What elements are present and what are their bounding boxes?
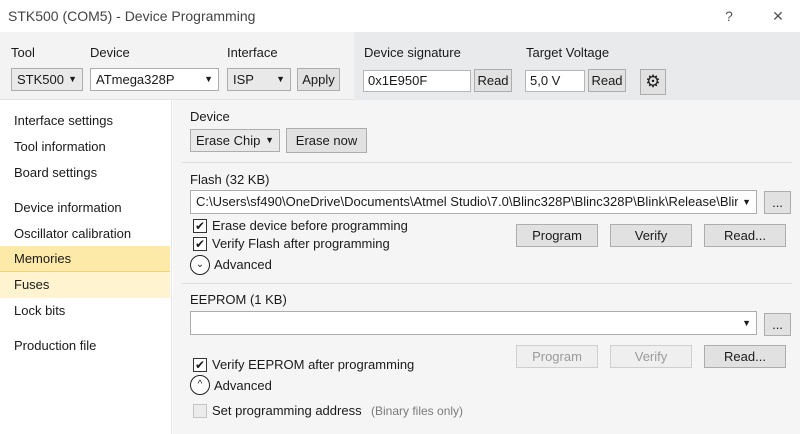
flash-read-button[interactable]: Read... xyxy=(704,224,786,247)
settings-button[interactable]: ⚙ xyxy=(640,69,666,95)
sidebar-item-interface-settings[interactable]: Interface settings xyxy=(0,108,170,134)
check-icon: ✔ xyxy=(194,219,206,233)
flash-section-title: Flash (32 KB) xyxy=(190,172,270,187)
set-address-checkbox[interactable] xyxy=(193,404,207,418)
chevron-down-icon: ▼ xyxy=(738,191,751,213)
erase-before-checkbox[interactable]: ✔ xyxy=(193,219,207,233)
flash-browse-button[interactable]: ... xyxy=(764,191,791,214)
device-select[interactable]: ATmega328P ▼ xyxy=(90,68,219,91)
chevron-down-icon: ⌄ xyxy=(195,259,205,270)
verify-eeprom-label: Verify EEPROM after programming xyxy=(212,357,415,372)
binary-note: (Binary files only) xyxy=(371,404,464,418)
close-button[interactable]: ✕ xyxy=(764,4,792,28)
chevron-down-icon: ▼ xyxy=(738,312,751,334)
chevron-down-icon: ▼ xyxy=(68,74,77,84)
chevron-down-icon: ▼ xyxy=(276,74,285,84)
sidebar: Interface settings Tool information Boar… xyxy=(0,100,172,434)
device-section-title: Device xyxy=(190,109,230,124)
eeprom-file-select[interactable]: ▼ xyxy=(190,311,757,335)
sidebar-item-memories[interactable]: Memories xyxy=(0,246,170,272)
interface-select[interactable]: ISP ▼ xyxy=(227,68,291,91)
device-label: Device xyxy=(90,45,130,60)
erase-now-button[interactable]: Erase now xyxy=(286,128,367,153)
tool-label: Tool xyxy=(11,45,35,60)
voltage-field[interactable]: 5,0 V xyxy=(525,70,585,92)
check-icon: ✔ xyxy=(194,358,206,372)
device-value: ATmega328P xyxy=(96,72,175,87)
erase-mode-select[interactable]: Erase Chip ▼ xyxy=(190,129,280,152)
sidebar-item-tool-information[interactable]: Tool information xyxy=(0,134,170,160)
title-bar: STK500 (COM5) - Device Programming ? ✕ xyxy=(0,0,800,32)
flash-advanced-toggle[interactable]: ⌄ xyxy=(190,255,210,275)
tool-value: STK500 xyxy=(17,72,64,87)
sidebar-item-lock-bits[interactable]: Lock bits xyxy=(0,298,170,324)
set-address-label: Set programming address xyxy=(212,403,362,418)
chevron-down-icon: ▼ xyxy=(204,74,213,84)
verify-flash-checkbox[interactable]: ✔ xyxy=(193,237,207,251)
interface-label: Interface xyxy=(227,45,278,60)
window-title: STK500 (COM5) - Device Programming xyxy=(8,8,256,24)
eeprom-read-button[interactable]: Read... xyxy=(704,345,786,368)
voltage-label: Target Voltage xyxy=(526,45,610,60)
sidebar-item-device-information[interactable]: Device information xyxy=(0,195,170,221)
flash-file-select[interactable]: C:\Users\sf490\OneDrive\Documents\Atmel … xyxy=(190,190,757,214)
signature-label: Device signature xyxy=(364,45,461,60)
flash-program-button[interactable]: Program xyxy=(516,224,598,247)
erase-mode-value: Erase Chip xyxy=(196,133,261,148)
check-icon: ✔ xyxy=(194,237,206,251)
flash-file-path: C:\Users\sf490\OneDrive\Documents\Atmel … xyxy=(196,194,749,209)
flash-advanced-label: Advanced xyxy=(214,257,272,272)
chevron-up-icon: ^ xyxy=(197,379,203,390)
gear-icon: ⚙ xyxy=(645,72,661,91)
verify-eeprom-checkbox[interactable]: ✔ xyxy=(193,358,207,372)
eeprom-advanced-label: Advanced xyxy=(214,378,272,393)
sidebar-item-oscillator-calibration[interactable]: Oscillator calibration xyxy=(0,221,170,247)
help-button[interactable]: ? xyxy=(715,4,743,28)
divider xyxy=(182,283,792,284)
sidebar-item-production-file[interactable]: Production file xyxy=(0,333,170,359)
signature-field[interactable]: 0x1E950F xyxy=(363,70,471,92)
eeprom-advanced-toggle[interactable]: ^ xyxy=(190,375,210,395)
eeprom-browse-button[interactable]: ... xyxy=(764,313,791,336)
sidebar-item-fuses[interactable]: Fuses xyxy=(0,272,170,298)
verify-flash-label: Verify Flash after programming xyxy=(212,236,390,251)
voltage-read-button[interactable]: Read xyxy=(588,69,626,92)
erase-before-label: Erase device before programming xyxy=(212,218,408,233)
apply-button[interactable]: Apply xyxy=(297,68,340,91)
eeprom-program-button[interactable]: Program xyxy=(516,345,598,368)
flash-verify-button[interactable]: Verify xyxy=(610,224,692,247)
interface-value: ISP xyxy=(233,72,254,87)
divider xyxy=(182,162,792,163)
signature-read-button[interactable]: Read xyxy=(474,69,512,92)
eeprom-section-title: EEPROM (1 KB) xyxy=(190,292,287,307)
tool-select[interactable]: STK500 ▼ xyxy=(11,68,83,91)
sidebar-item-board-settings[interactable]: Board settings xyxy=(0,160,170,186)
eeprom-verify-button[interactable]: Verify xyxy=(610,345,692,368)
chevron-down-icon: ▼ xyxy=(265,135,274,145)
